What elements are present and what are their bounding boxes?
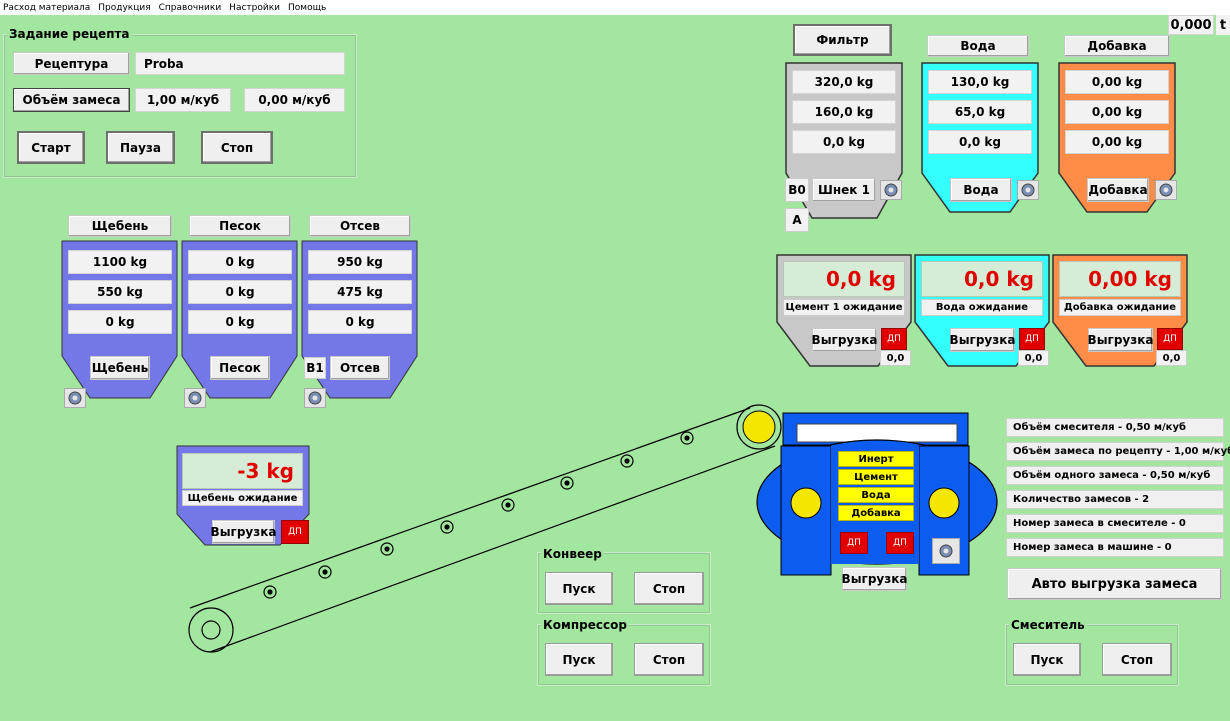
- cement-mode-tag: A: [785, 208, 809, 232]
- additive-small-readout: 0,0: [1156, 350, 1187, 366]
- water-valve-button[interactable]: Вода: [950, 178, 1012, 202]
- sand-target-field: 0 kg: [188, 250, 292, 274]
- water-settings-gear-icon[interactable]: [1017, 180, 1039, 200]
- info-batch-count: Количество замесов - 2: [1006, 490, 1224, 509]
- auto-unload-button[interactable]: Авто выгрузка замеса: [1007, 568, 1222, 600]
- info-recipe-volume: Объём замеса по рецепту - 1,00 м/куб: [1006, 442, 1230, 461]
- cement-settings-gear-icon[interactable]: [880, 180, 902, 200]
- mixer-cement-indicator: Цемент: [838, 469, 914, 485]
- mixer-inert-indicator: Инерт: [838, 451, 914, 467]
- info-single-batch-volume: Объём одного замеса - 0,50 м/куб: [1006, 466, 1224, 485]
- mixer-settings-gear-icon[interactable]: [932, 538, 960, 564]
- additive-batch-field: 0,00 kg: [1065, 100, 1169, 124]
- info-batch-in-mixer: Номер замеса в смесителе - 0: [1006, 514, 1224, 533]
- additive-wait-label: Добавка ожидание: [1059, 299, 1181, 316]
- screenings-settings-gear-icon[interactable]: [304, 388, 326, 408]
- water-title: Вода: [927, 35, 1029, 57]
- gravel-current-field: 0 kg: [68, 310, 172, 334]
- screenings-current-field: 0 kg: [308, 310, 412, 334]
- water-unload-button[interactable]: Выгрузка: [950, 328, 1015, 352]
- sand-settings-gear-icon[interactable]: [184, 388, 206, 408]
- screenings-title: Отсев: [309, 215, 411, 237]
- info-mixer-volume: Объём смесителя - 0,50 м/куб: [1006, 418, 1224, 437]
- mixer-unload-button[interactable]: Выгрузка: [842, 567, 907, 591]
- water-wait-readout: 0,0 kg: [921, 261, 1043, 297]
- compressor-stop-button[interactable]: Стоп: [634, 643, 704, 676]
- water-current-field: 0,0 kg: [928, 130, 1032, 154]
- compressor-start-button[interactable]: Пуск: [545, 643, 613, 676]
- gravel-settings-gear-icon[interactable]: [64, 388, 86, 408]
- water-wait-label: Вода ожидание: [921, 299, 1043, 316]
- cement-sensor-tag: B0: [785, 178, 809, 202]
- additive-settings-gear-icon[interactable]: [1155, 180, 1177, 200]
- water-small-readout: 0,0: [1018, 350, 1049, 366]
- gravel-wait-label: Щебень ожидание: [182, 490, 303, 506]
- mixer-additive-indicator: Добавка: [838, 505, 914, 521]
- gravel-gate-button[interactable]: Щебень: [90, 356, 150, 380]
- cement-target-field: 320,0 kg: [792, 70, 896, 94]
- screenings-target-field: 950 kg: [308, 250, 412, 274]
- mixer-stop-button[interactable]: Стоп: [1102, 643, 1172, 676]
- auger-1-button[interactable]: Шнек 1: [812, 178, 876, 202]
- water-dp-indicator: ДП: [1019, 328, 1045, 350]
- sand-batch-field: 0 kg: [188, 280, 292, 304]
- additive-current-field: 0,00 kg: [1065, 130, 1169, 154]
- screenings-gate-button[interactable]: Отсев: [330, 356, 390, 380]
- additive-dp-indicator: ДП: [1157, 328, 1183, 350]
- mixer-dp-indicator-1: ДП: [840, 532, 868, 554]
- conveyor-group-title: Конвеер: [541, 547, 604, 561]
- mixer-water-indicator: Вода: [838, 487, 914, 503]
- cement-dp-indicator: ДП: [881, 328, 907, 350]
- gravel-wait-readout: -3 kg: [182, 453, 303, 489]
- conveyor-tail-pulley: [188, 607, 234, 653]
- sand-current-field: 0 kg: [188, 310, 292, 334]
- additive-pump-button[interactable]: Добавка: [1087, 178, 1149, 202]
- gravel-unload-button[interactable]: Выгрузка: [211, 520, 276, 544]
- gravel-title: Щебень: [68, 215, 172, 237]
- mixer-control-group-title: Смеситель: [1009, 618, 1087, 632]
- cement-wait-label: Цемент 1 ожидание: [783, 299, 905, 316]
- gravel-dp-indicator: ДП: [281, 520, 309, 544]
- cement-small-readout: 0,0: [880, 350, 911, 366]
- filter-button[interactable]: Фильтр: [793, 24, 892, 56]
- sand-title: Песок: [189, 215, 291, 237]
- gravel-batch-field: 550 kg: [68, 280, 172, 304]
- additive-unload-button[interactable]: Выгрузка: [1088, 328, 1153, 352]
- info-batch-in-truck: Номер замеса в машине - 0: [1006, 538, 1224, 557]
- additive-target-field: 0,00 kg: [1065, 70, 1169, 94]
- cement-unload-button[interactable]: Выгрузка: [812, 328, 877, 352]
- cement-wait-readout: 0,0 kg: [783, 261, 905, 297]
- water-target-field: 130,0 kg: [928, 70, 1032, 94]
- gravel-target-field: 1100 kg: [68, 250, 172, 274]
- conveyor-start-button[interactable]: Пуск: [545, 572, 613, 605]
- screenings-batch-field: 475 kg: [308, 280, 412, 304]
- screenings-sensor-tag: B1: [304, 357, 326, 379]
- additive-title: Добавка: [1064, 35, 1170, 57]
- conveyor-stop-button[interactable]: Стоп: [634, 572, 704, 605]
- compressor-group-title: Компрессор: [541, 618, 629, 632]
- additive-wait-readout: 0,00 kg: [1059, 261, 1181, 297]
- mixer-dp-indicator-2: ДП: [886, 532, 914, 554]
- water-batch-field: 65,0 kg: [928, 100, 1032, 124]
- sand-gate-button[interactable]: Песок: [210, 356, 270, 380]
- cement-current-field: 0,0 kg: [792, 130, 896, 154]
- cement-batch-field: 160,0 kg: [792, 100, 896, 124]
- mixer-start-button[interactable]: Пуск: [1013, 643, 1081, 676]
